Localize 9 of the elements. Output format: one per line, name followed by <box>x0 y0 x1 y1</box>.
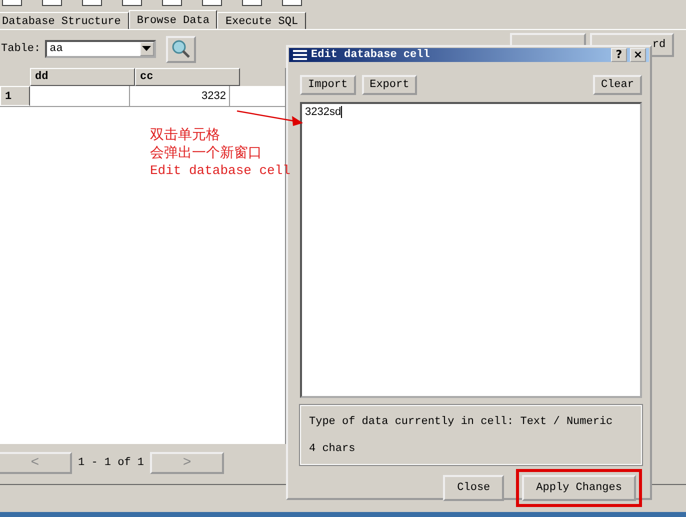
table-cell: 3232 <box>130 86 230 106</box>
annotation-text: 双击单元格 <box>150 126 221 144</box>
info-text: 4 chars <box>309 442 356 454</box>
annotation-text: Edit database cell <box>150 162 290 180</box>
annotation-text: 会弹出一个新窗口 <box>150 144 263 162</box>
page-range: 1 - 1 of 1 <box>77 457 146 469</box>
window-title: Edit database cell <box>311 49 431 61</box>
info-text: Type of data currently in cell: Text / Numeric <box>309 416 614 428</box>
table-label: Table: <box>1 43 41 55</box>
